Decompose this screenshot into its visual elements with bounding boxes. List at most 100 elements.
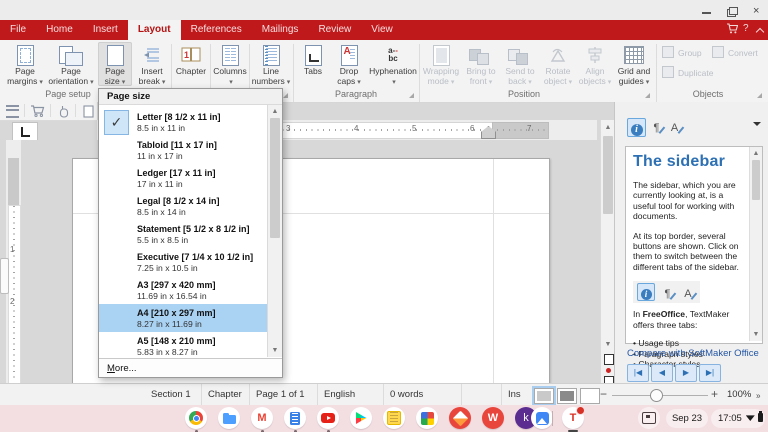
page-size-more-option[interactable]: More... xyxy=(99,358,282,377)
scrollbar-thumb[interactable] xyxy=(752,160,760,200)
sidebar-options-icon[interactable] xyxy=(753,122,761,130)
paragraph-dialog-launcher[interactable] xyxy=(409,93,414,98)
sidebar-card-scrollbar[interactable]: ▲ ▼ xyxy=(749,147,762,341)
page-size-option-a4[interactable]: A4 [210 x 297 mm] 8.27 in x 11.69 in xyxy=(99,304,267,332)
youtube-icon[interactable] xyxy=(317,407,339,429)
page-size-option-executive[interactable]: Executive [7 1/4 x 10 1/2 in] 7.25 in x 1… xyxy=(99,248,267,276)
page-size-button[interactable]: Page size xyxy=(98,42,132,86)
grid-and-guides-button[interactable]: Grid and guides xyxy=(614,42,654,86)
hamburger-menu-icon[interactable] xyxy=(2,104,22,118)
zoom-in-button[interactable]: + xyxy=(711,384,718,406)
sidebar-tab-paragraph-styles[interactable]: ¶ xyxy=(648,118,665,135)
touch-mode-icon[interactable] xyxy=(53,104,73,118)
tab-stop-type-selector[interactable] xyxy=(12,122,38,142)
sidebar-title: The sidebar xyxy=(633,153,726,170)
page-size-option-legal[interactable]: Legal [8 1/2 x 14 in] 8.5 in x 14 in xyxy=(99,192,267,220)
scroll-up-icon[interactable]: ▲ xyxy=(268,106,282,117)
page-margins-button[interactable]: Page margins xyxy=(5,42,45,86)
view-normal-button[interactable] xyxy=(534,388,554,404)
document-scrollbar[interactable]: ▲ ▼ xyxy=(600,120,615,387)
tab-home[interactable]: Home xyxy=(36,20,83,40)
files-icon[interactable] xyxy=(218,407,240,429)
shelf-date[interactable]: Sep 23 xyxy=(666,409,708,428)
line-numbers-button[interactable]: Line numbers xyxy=(251,42,291,86)
status-chapter[interactable]: Chapter 1 xyxy=(202,384,250,422)
zoom-out-button[interactable]: − xyxy=(600,384,607,406)
page-orientation-icon xyxy=(47,44,95,66)
status-language[interactable]: English (United xyxy=(318,384,384,422)
status-insert-mode[interactable]: Ins xyxy=(502,384,532,406)
scroll-down-icon[interactable]: ▼ xyxy=(601,339,615,350)
shop-cart-icon[interactable] xyxy=(726,23,739,37)
minimize-button[interactable] xyxy=(700,6,714,16)
restore-button[interactable] xyxy=(726,6,740,17)
notification-badge xyxy=(576,406,585,415)
page-size-option-tabloid[interactable]: Tabloid [11 x 17 in] 11 in x 17 in xyxy=(99,136,267,164)
scroll-down-icon[interactable]: ▼ xyxy=(268,345,282,356)
wps-office-icon[interactable]: W xyxy=(482,407,504,429)
columns-button[interactable]: Columns xyxy=(212,42,248,86)
shelf-status-tray[interactable]: 17:05 xyxy=(711,409,765,428)
status-more-icon[interactable]: » xyxy=(756,390,760,401)
close-button[interactable]: × xyxy=(753,6,767,17)
position-dialog-launcher[interactable] xyxy=(645,93,650,98)
help-icon[interactable]: ? xyxy=(743,23,749,34)
page-size-option-a3[interactable]: A3 [297 x 420 mm] 11.69 in x 16.54 in xyxy=(99,276,267,304)
new-document-icon[interactable] xyxy=(78,104,98,118)
compare-link[interactable]: Compare with SoftMaker Office xyxy=(627,348,759,359)
photos-icon[interactable] xyxy=(531,407,553,429)
hyphenation-button[interactable]: a-- bc Hyphenation xyxy=(368,42,418,86)
page-setup-dialog-launcher[interactable] xyxy=(283,93,288,98)
scrollbar-thumb[interactable] xyxy=(603,136,613,214)
tab-mailings[interactable]: Mailings xyxy=(252,20,309,40)
page-orientation-button[interactable]: Page orientation xyxy=(47,42,95,86)
screen-capture-button[interactable] xyxy=(638,407,660,429)
gmail-icon[interactable]: M xyxy=(251,407,273,429)
browse-object-button[interactable] xyxy=(606,368,611,373)
chrome-icon[interactable] xyxy=(185,407,207,429)
zoom-level[interactable]: 100% xyxy=(727,384,751,406)
scrollbar-thumb[interactable] xyxy=(270,118,280,238)
zoom-slider-knob[interactable] xyxy=(650,389,663,402)
page-size-option-letter[interactable]: Letter [8 1/2 x 11 in]8.5 in x 11 in xyxy=(99,108,267,136)
info-icon: i xyxy=(630,124,643,136)
first-tip-button[interactable]: |◀ xyxy=(627,364,649,382)
panel-pull-handle[interactable] xyxy=(0,258,9,294)
tab-insert[interactable]: Insert xyxy=(83,20,128,40)
scroll-down-icon[interactable]: ▼ xyxy=(750,329,762,340)
tab-references[interactable]: References xyxy=(181,20,252,40)
status-word-count[interactable]: 0 words xyxy=(384,384,462,406)
textmaker-icon[interactable]: T xyxy=(562,406,585,429)
previous-tip-button[interactable]: ◀ xyxy=(651,364,673,382)
view-master-button[interactable] xyxy=(557,388,577,404)
tab-review[interactable]: Review xyxy=(308,20,361,40)
cart-icon[interactable] xyxy=(27,104,47,118)
office-suite-icon[interactable] xyxy=(449,407,471,429)
insert-break-button[interactable]: Insert break xyxy=(134,42,170,86)
status-bar: Section 1 Chapter 1 Page 1 of 1 English … xyxy=(0,383,768,422)
status-section[interactable]: Section 1 xyxy=(145,384,202,406)
scroll-up-icon[interactable]: ▲ xyxy=(750,148,762,159)
sidebar-tab-usage-tips[interactable]: i xyxy=(627,118,646,137)
chapter-button[interactable]: 1 Chapter xyxy=(173,42,209,86)
page-size-option-ledger[interactable]: Ledger [17 x 11 in] 17 in x 11 in xyxy=(99,164,267,192)
page-size-option-a5[interactable]: A5 [148 x 210 mm] 5.83 in x 8.27 in xyxy=(99,332,267,360)
objects-dialog-launcher[interactable] xyxy=(757,93,762,98)
scroll-up-icon[interactable]: ▲ xyxy=(601,122,615,133)
tab-file[interactable]: File xyxy=(0,20,36,40)
sidebar-tab-character-styles[interactable]: A xyxy=(666,118,683,135)
next-tip-button[interactable]: ▶ xyxy=(675,364,697,382)
collapse-ribbon-icon[interactable] xyxy=(757,26,764,33)
page-size-option-statement[interactable]: Statement [5 1/2 x 8 1/2 in] 5.5 in x 8.5… xyxy=(99,220,267,248)
status-page[interactable]: Page 1 of 1 xyxy=(250,384,318,406)
play-store-icon[interactable] xyxy=(350,407,372,429)
view-fullscreen-button[interactable] xyxy=(580,388,600,404)
last-tip-button[interactable]: ▶| xyxy=(699,364,721,382)
previous-page-button[interactable] xyxy=(604,354,614,365)
dropdown-scrollbar[interactable]: ▲ ▼ xyxy=(267,105,282,357)
gallery-icon[interactable] xyxy=(416,407,438,429)
notes-icon[interactable] xyxy=(383,407,405,429)
docs-icon[interactable] xyxy=(284,407,306,429)
tab-view[interactable]: View xyxy=(361,20,403,40)
tab-layout[interactable]: Layout xyxy=(127,20,181,40)
